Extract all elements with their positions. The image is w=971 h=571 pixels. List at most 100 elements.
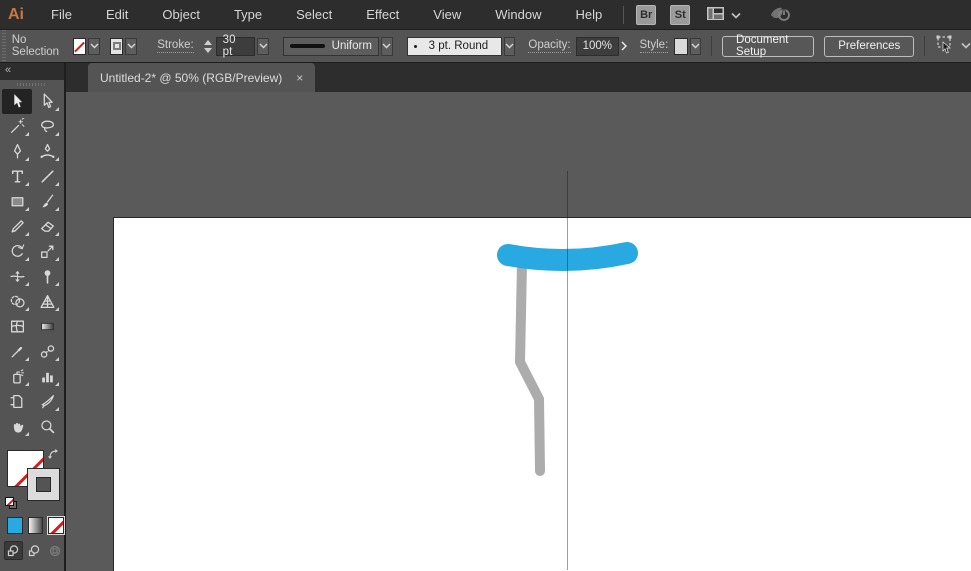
tool-zoom[interactable] [32,414,62,439]
controlbar-grip[interactable] [0,30,7,62]
swap-fill-stroke-icon[interactable] [47,448,60,466]
preferences-button[interactable]: Preferences [824,36,914,57]
column-graph-tool-icon [39,368,56,385]
bridge-button[interactable]: Br [636,5,656,25]
none-swatch-button[interactable] [48,517,64,534]
tools-grip[interactable] [0,80,64,89]
menu-bar: Ai File Edit Object Type Select Effect V… [0,0,971,30]
workspace-chevron-down-icon[interactable] [731,7,741,22]
tool-type[interactable] [2,164,32,189]
tools-panel: « [0,63,66,571]
tool-magic-wand[interactable] [2,114,32,139]
select-similar-chevron-down-icon[interactable] [961,40,971,52]
gpu-performance-icon[interactable] [767,3,793,26]
workspace-layout-icon[interactable] [706,6,725,24]
tool-blend[interactable] [32,339,62,364]
default-fill-stroke-icon[interactable] [5,497,17,509]
menu-file[interactable]: File [34,0,89,29]
style-swatch[interactable] [674,38,687,55]
stroke-color-swatch[interactable] [110,38,123,55]
tool-selection[interactable] [2,89,32,114]
width-profile-chevron-down-icon[interactable] [381,37,393,56]
document-setup-button[interactable]: Document Setup [722,36,814,57]
tool-perspective-grid[interactable] [32,289,62,314]
opacity-field[interactable]: 100% [576,37,619,56]
tool-artboard[interactable] [2,389,32,414]
hand-tool-icon [9,418,26,435]
stroke-chevron-down-icon[interactable] [125,38,137,55]
tool-eyedropper[interactable] [2,339,32,364]
tool-direct-selection[interactable] [32,89,62,114]
paintbrush-tool-icon [39,193,56,210]
menu-effect[interactable]: Effect [349,0,416,29]
draw-behind-button[interactable] [25,541,44,560]
tool-slice[interactable] [32,389,62,414]
select-similar-icon[interactable] [935,35,956,57]
stock-button[interactable]: St [670,5,690,25]
tool-shaper[interactable] [2,214,32,239]
tool-column-graph[interactable] [32,364,62,389]
shape-builder-tool-icon [9,293,26,310]
tool-line-segment[interactable] [32,164,62,189]
free-transform-tool-icon [39,268,56,285]
color-swatch-button[interactable] [7,517,23,534]
stroke-weight-field[interactable]: 30 pt [216,37,256,56]
style-chevron-down-icon[interactable] [690,38,702,55]
document-tab[interactable]: Untitled-2* @ 50% (RGB/Preview) × [88,63,315,92]
fill-chevron-down-icon[interactable] [88,38,100,55]
gray-stroke-path[interactable] [520,264,540,471]
pen-tool-icon [9,143,26,160]
menu-type[interactable]: Type [217,0,279,29]
style-label[interactable]: Style: [640,39,669,53]
gradient-swatch-button[interactable] [28,517,44,534]
stroke-weight-stepper[interactable] [204,40,212,53]
direct-selection-tool-icon [39,93,56,110]
menu-object[interactable]: Object [145,0,217,29]
tool-paintbrush[interactable] [32,189,62,214]
tool-width[interactable] [2,264,32,289]
tool-free-transform[interactable] [32,264,62,289]
draw-normal-icon [6,544,20,558]
menu-window[interactable]: Window [478,0,558,29]
tool-gradient[interactable] [32,314,62,339]
opacity-chevron-right-icon[interactable] [619,37,630,56]
draw-normal-button[interactable] [4,541,23,560]
paint-style-row [0,517,64,534]
width-profile-dropdown[interactable]: Uniform [283,37,379,56]
tool-lasso[interactable] [32,114,62,139]
tool-rotate[interactable] [2,239,32,264]
width-tool-icon [9,268,26,285]
tool-shape-builder[interactable] [2,289,32,314]
menu-view[interactable]: View [416,0,478,29]
eyedropper-tool-icon [9,343,26,360]
brush-definition-dropdown[interactable]: 3 pt. Round [407,37,502,56]
menu-help[interactable]: Help [558,0,619,29]
tool-curvature[interactable] [32,139,62,164]
tools-collapse-button[interactable]: « [0,63,64,80]
tool-rectangle[interactable] [2,189,32,214]
tool-mesh[interactable] [2,314,32,339]
tool-symbol-sprayer[interactable] [2,364,32,389]
brush-chevron-down-icon[interactable] [504,37,516,56]
scale-tool-icon [39,243,56,260]
canvas[interactable] [66,92,971,571]
type-tool-icon [9,168,26,185]
tool-hand[interactable] [2,414,32,439]
tool-eraser[interactable] [32,214,62,239]
draw-inside-button[interactable] [45,541,64,560]
draw-mode-row [0,541,64,560]
fill-color-swatch[interactable] [73,38,86,55]
tool-scale[interactable] [32,239,62,264]
menu-select[interactable]: Select [279,0,349,29]
stroke-swatch[interactable] [27,468,60,501]
document-area: Untitled-2* @ 50% (RGB/Preview) × [66,63,971,571]
uniform-profile-icon [290,44,325,48]
tab-close-icon[interactable]: × [296,71,303,85]
opacity-label[interactable]: Opacity: [528,39,570,53]
menu-edit[interactable]: Edit [89,0,145,29]
artboard-tool-icon [9,393,26,410]
tool-pen[interactable] [2,139,32,164]
brush-definition-value: 3 pt. Round [429,40,488,52]
stroke-weight-chevron-down-icon[interactable] [257,38,269,55]
stroke-weight-label[interactable]: Stroke: [157,39,193,53]
